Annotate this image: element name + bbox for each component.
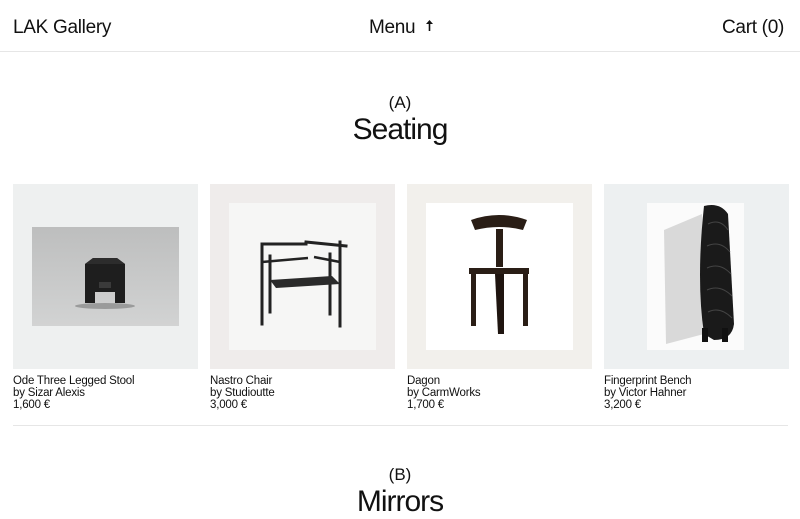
- section-title: Mirrors: [356, 485, 444, 518]
- section-header-mirrors: (B) Mirrors: [0, 465, 800, 519]
- arrow-up-icon: [425, 19, 434, 35]
- product-maker: by Sizar Alexis: [13, 387, 85, 399]
- product-card[interactable]: Nastro Chair by Studioutte 3,000 €: [210, 184, 395, 411]
- product-price: 1,600 €: [13, 399, 50, 411]
- product-price: 1,700 €: [407, 399, 444, 411]
- product-image[interactable]: [604, 184, 789, 369]
- brand-logo-link[interactable]: LAK Gallery: [13, 17, 111, 39]
- section-letter: (B): [388, 465, 412, 484]
- section-letter: (A): [388, 93, 412, 112]
- product-maker: by Studioutte: [210, 387, 275, 399]
- product-image[interactable]: [407, 184, 592, 369]
- product-card[interactable]: Dagon by CarmWorks 1,700 €: [407, 184, 592, 411]
- cart-link[interactable]: Cart (0): [722, 17, 784, 39]
- product-maker: by Victor Hahner: [604, 387, 687, 399]
- product-name: Dagon: [407, 375, 440, 387]
- section-title: Seating: [352, 113, 449, 146]
- product-card[interactable]: Ode Three Legged Stool by Sizar Alexis 1…: [13, 184, 198, 411]
- product-card[interactable]: Fingerprint Bench by Victor Hahner 3,200…: [604, 184, 789, 411]
- product-name: Fingerprint Bench: [604, 375, 692, 387]
- menu-button[interactable]: Menu: [369, 17, 434, 39]
- product-maker: by CarmWorks: [407, 387, 481, 399]
- product-price: 3,000 €: [210, 399, 247, 411]
- product-name: Ode Three Legged Stool: [13, 375, 135, 387]
- product-image[interactable]: [13, 184, 198, 369]
- menu-label: Menu: [369, 17, 416, 38]
- site-header: LAK Gallery Menu Cart (0): [0, 0, 800, 52]
- section-header-seating: (A) Seating: [0, 93, 800, 147]
- product-price: 3,200 €: [604, 399, 641, 411]
- product-name: Nastro Chair: [210, 375, 273, 387]
- product-image[interactable]: [210, 184, 395, 369]
- section-divider: [13, 425, 788, 426]
